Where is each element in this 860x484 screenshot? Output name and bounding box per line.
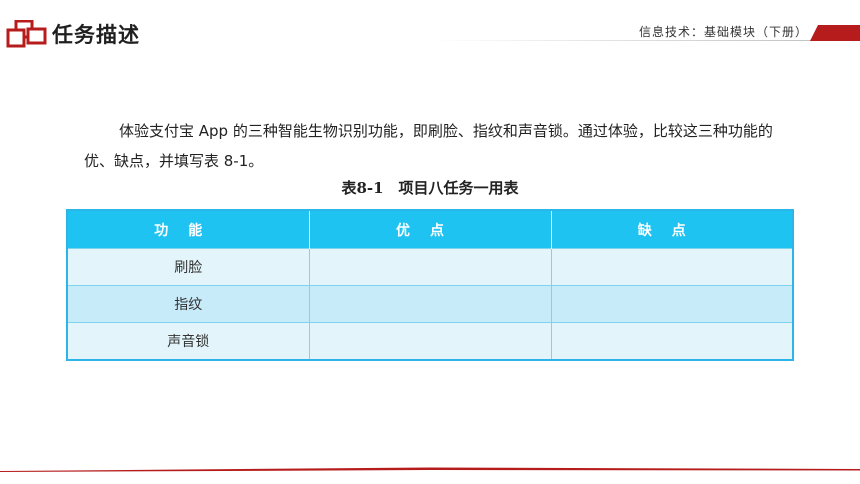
cell-advantages[interactable] [308,285,551,323]
table-header-row: 功能 优点 缺点 [67,210,793,249]
footer-divider [0,467,860,472]
cell-advantages[interactable] [308,322,551,360]
section-title: 任务描述 [52,23,140,47]
cell-function: 指纹 [67,285,309,323]
cell-function: 刷脸 [67,248,309,286]
table-row: 声音锁 [67,322,793,360]
comparison-table: 功能 优点 缺点 刷脸 指纹 声音锁 [66,209,794,361]
task-description-paragraph: 体验支付宝 App 的三种智能生物识别功能，即刷脸、指纹和声音锁。通过体验，比较… [84,122,773,170]
header-rule [430,40,860,41]
table-row: 指纹 [67,285,793,323]
course-title: 信息技术：基础模块（下册） [638,25,808,39]
cell-advantages[interactable] [308,248,551,286]
header-advantages: 优点 [308,210,551,249]
table-caption: 表8-1 项目八任务一用表 [341,179,519,197]
header-disadvantages: 缺点 [550,210,793,249]
cell-disadvantages[interactable] [550,248,793,286]
cell-function: 声音锁 [67,322,309,360]
section-logo-icon [6,20,47,48]
header-function: 功能 [67,210,309,249]
table-row: 刷脸 [67,248,793,286]
cell-disadvantages[interactable] [550,285,793,323]
header-tab-decoration [810,25,860,41]
cell-disadvantages[interactable] [550,322,793,360]
